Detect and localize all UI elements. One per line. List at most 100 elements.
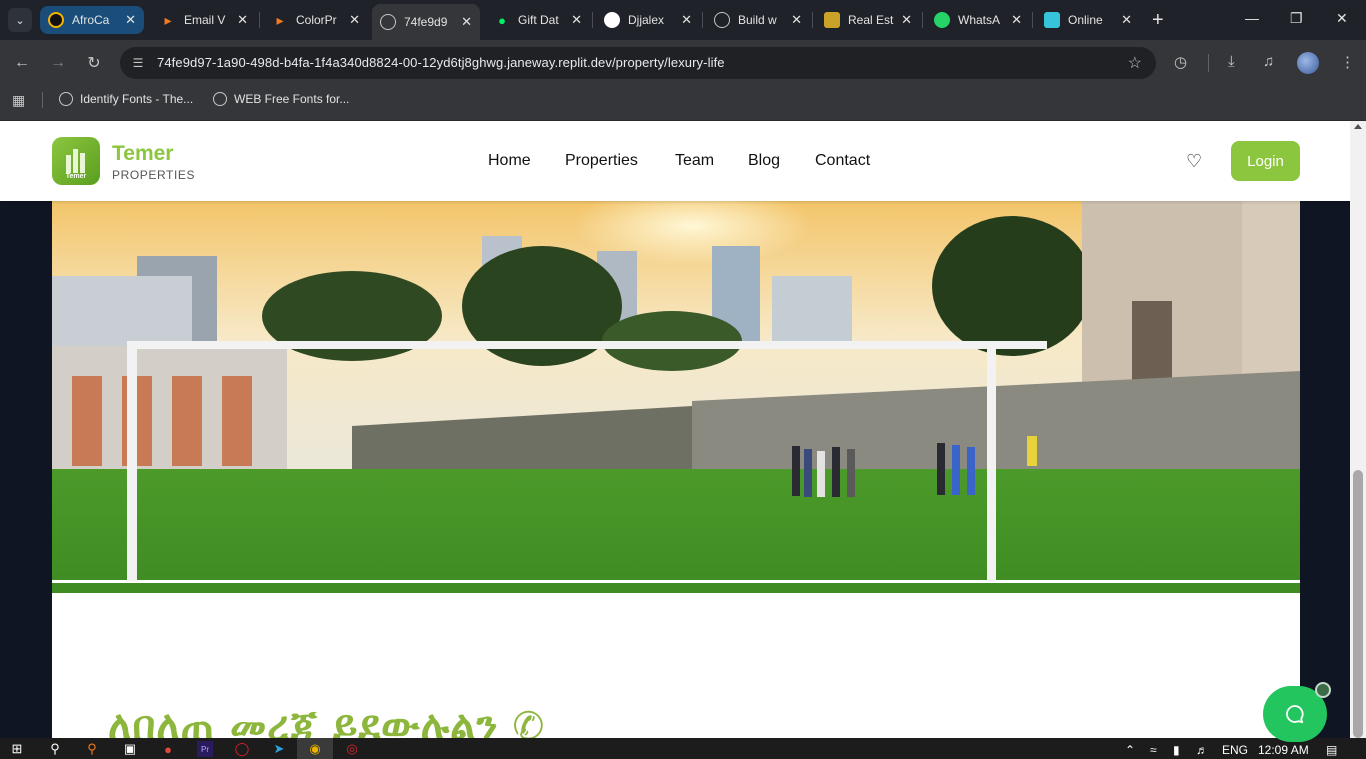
scrollbar-thumb[interactable] [1353,470,1363,738]
battery-icon[interactable]: ▮ [1173,743,1180,757]
web-page: ለበለጠ መረጃ ይደውሉልን ✆ Temer Temer PROPERTIES… [0,121,1350,738]
afrocart-favicon-icon [48,12,64,28]
tab-build[interactable]: Build w ✕ [706,6,810,34]
heading-text: ለበለጠ መረጃ ይደውሉልን [108,703,499,738]
scroll-up-arrow-icon[interactable] [1354,124,1362,129]
tab-separator [922,12,923,28]
tab-title: Email V [184,13,226,27]
tab-title: Online [1068,13,1103,27]
reload-icon[interactable]: ↻ [83,52,105,74]
brand-name[interactable]: Temer [112,142,173,166]
close-icon[interactable]: ✕ [461,14,472,30]
tab-separator [592,12,593,28]
chrome-icon[interactable]: ◉ [307,741,323,757]
property-card: ለበለጠ መረጃ ይደውሉልን ✆ [52,201,1300,738]
bookmark-label: WEB Free Fonts for... [234,92,350,106]
tab-title: Djjalex [628,13,665,27]
close-icon[interactable]: ✕ [571,12,582,28]
target-app-icon[interactable]: ◎ [344,741,360,757]
tab-title: Real Est [848,13,894,27]
favorites-heart-icon[interactable]: ♡ [1186,152,1202,170]
tab-colorpr[interactable]: ▸ ColorPr ✕ [264,6,368,34]
apps-grid-icon[interactable]: ▦ [12,92,25,109]
tab-separator [812,12,813,28]
new-tab-plus-icon[interactable]: + [1152,10,1164,30]
call-us-heading: ለበለጠ መረጃ ይደውሉልን ✆ [108,703,545,738]
chat-status-dot [1315,682,1331,698]
history-icon[interactable]: ◷ [1174,53,1187,71]
bookmark-identify-fonts[interactable]: Identify Fonts - The... [59,92,193,106]
search-icon[interactable]: ⚲ [47,741,63,757]
close-icon[interactable]: ✕ [681,12,692,28]
bookmark-label: Identify Fonts - The... [80,92,194,106]
tab-real-estate[interactable]: Real Est ✕ [816,6,920,34]
cloud-favicon-icon [1044,12,1060,28]
github-icon [604,12,620,28]
clock[interactable]: 12:09 AM [1258,743,1309,757]
bookmark-star-icon[interactable]: ☆ [1128,53,1142,73]
globe-icon [59,92,73,106]
tab-gift-data[interactable]: ● Gift Dat ✕ [486,6,590,34]
address-bar[interactable]: ☰ 74fe9d97-1a90-498d-b4fa-1f4a340d8824-0… [120,47,1156,79]
app-icon[interactable]: ● [160,741,176,757]
nav-home[interactable]: Home [488,152,531,170]
wifi-icon[interactable]: ≈ [1150,743,1157,757]
windows-start-icon[interactable]: ⊞ [9,741,25,757]
back-arrow-icon[interactable]: ← [11,52,33,74]
menu-kebab-icon[interactable]: ⋮ [1340,53,1355,71]
close-icon[interactable]: ✕ [1121,12,1132,28]
login-button[interactable]: Login [1231,141,1300,181]
volume-icon[interactable]: ♬ [1196,743,1208,757]
tab-email[interactable]: ▸ Email V ✕ [152,6,256,34]
premiere-pro-icon[interactable]: Pr [197,741,213,757]
tab-search-chevron-icon[interactable]: ⌄ [8,8,32,32]
tab-active-replit[interactable]: 74fe9d9 ✕ [372,4,480,40]
boxed-favicon-icon: ▸ [276,11,284,28]
close-icon[interactable]: ✕ [125,12,136,28]
tab-online[interactable]: Online ✕ [1036,6,1140,34]
nav-contact[interactable]: Contact [815,152,870,170]
file-explorer-icon[interactable]: ⚲ [84,741,100,757]
tab-separator [259,12,260,28]
real-estate-favicon-icon [824,12,840,28]
forward-arrow-icon[interactable]: → [47,52,69,74]
opera-icon[interactable]: ◯ [234,741,250,757]
language-indicator[interactable]: ENG [1222,743,1248,757]
nav-properties[interactable]: Properties [565,152,638,170]
nav-blog[interactable]: Blog [748,152,780,170]
site-settings-icon[interactable]: ☰ [130,55,146,71]
media-controls-icon[interactable]: ♫ [1263,53,1274,70]
tab-github[interactable]: Djjalex ✕ [596,6,700,34]
window-close-icon[interactable]: ✕ [1336,10,1348,27]
close-icon[interactable]: ✕ [237,12,248,28]
chat-bubble-icon [1286,705,1304,724]
minimize-icon[interactable]: — [1245,10,1259,26]
tray-chevron-icon[interactable]: ⌃ [1125,743,1135,757]
close-icon[interactable]: ✕ [349,12,360,28]
close-icon[interactable]: ✕ [791,12,802,28]
boxed-favicon-icon: ▸ [164,11,172,28]
tab-title: Build w [738,13,777,27]
property-hero-image [52,201,1300,673]
restore-icon[interactable]: ❐ [1290,10,1303,27]
profile-avatar[interactable] [1297,52,1319,74]
download-icon[interactable]: ⤓ [1228,53,1235,70]
notifications-icon[interactable]: ▤ [1326,743,1337,757]
bookmarks-bar [0,86,1366,121]
telegram-icon[interactable]: ➤ [271,741,287,757]
globe-favicon-icon [380,14,396,30]
bookmark-web-free-fonts[interactable]: WEB Free Fonts for... [213,92,349,106]
tab-afrocart[interactable]: AfroCa ✕ [40,6,144,34]
close-icon[interactable]: ✕ [1011,12,1022,28]
temer-logo[interactable]: Temer [52,137,100,185]
tab-whatsapp[interactable]: WhatsA ✕ [926,6,1030,34]
url-text[interactable]: 74fe9d97-1a90-498d-b4fa-1f4a340d8824-00-… [157,55,725,70]
tab-title: Gift Dat [518,13,559,27]
nav-team[interactable]: Team [675,152,714,170]
brand-subtitle: PROPERTIES [112,168,196,182]
task-view-icon[interactable]: ▣ [122,741,138,757]
close-icon[interactable]: ✕ [901,12,912,28]
tab-title: ColorPr [296,13,337,27]
mongodb-leaf-icon: ● [498,12,506,28]
tab-separator [1032,12,1033,28]
